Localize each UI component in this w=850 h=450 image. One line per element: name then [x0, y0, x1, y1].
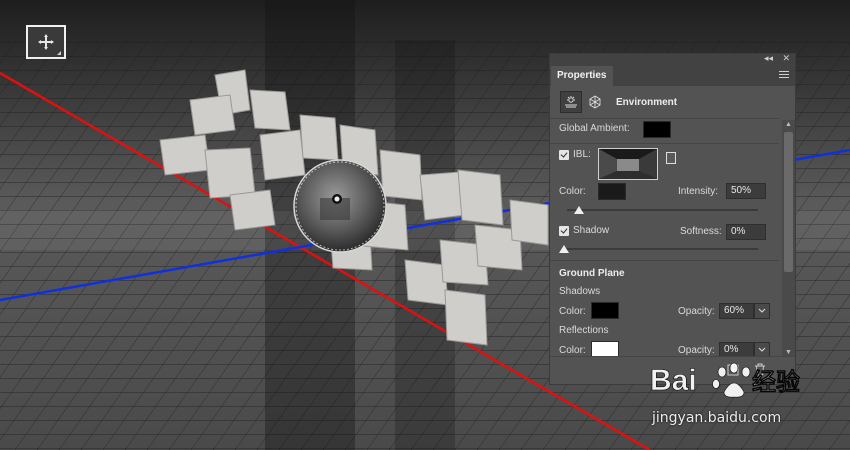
ibl-color-swatch[interactable] [598, 183, 626, 200]
scroll-up-icon[interactable]: ▲ [782, 120, 795, 130]
watermark-url: jingyan.baidu.com [652, 410, 782, 426]
properties-panel: ◂◂ ✕ Properties Environment Global Ambie… [549, 53, 796, 385]
intensity-label: Intensity: [678, 186, 719, 197]
softness-slider-thumb[interactable] [559, 245, 569, 253]
divider [550, 143, 779, 144]
softness-input[interactable]: 0% [726, 224, 766, 240]
corner-indicator [57, 51, 61, 55]
intensity-slider-thumb[interactable] [574, 206, 584, 214]
shadows-color-swatch[interactable] [591, 302, 619, 319]
panel-tabbar: Properties [550, 66, 795, 86]
shadows-color-label: Color: [559, 306, 586, 317]
global-ambient-swatch[interactable] [643, 121, 671, 138]
shadows-heading: Shadows [559, 286, 601, 297]
softness-label: Softness: [680, 226, 722, 237]
chevron-down-icon [758, 347, 766, 352]
file-icon[interactable] [666, 152, 676, 164]
intensity-slider-track[interactable] [567, 209, 758, 211]
panel-menu-icon[interactable] [779, 71, 789, 80]
shadow-label: Shadow [573, 225, 610, 236]
divider [550, 118, 779, 119]
global-ambient-label: Global Ambient: [559, 123, 630, 134]
watermark-brand-left: Bai [650, 364, 697, 397]
chevron-down-icon [758, 308, 766, 313]
properties-type-label: Environment [616, 96, 678, 108]
ibl-label: IBL: [573, 149, 591, 160]
reflections-heading: Reflections [559, 325, 609, 336]
collapse-icon[interactable]: ◂◂ [764, 53, 773, 64]
reflections-color-label: Color: [559, 345, 586, 356]
close-icon[interactable]: ✕ [782, 53, 790, 64]
tab-properties[interactable]: Properties [551, 66, 613, 86]
watermark-brand-right: 经验 [752, 368, 800, 396]
scroll-thumb[interactable] [784, 132, 793, 272]
baidu-paw-icon [712, 362, 751, 398]
divider [550, 260, 779, 261]
move-icon [38, 34, 54, 50]
3d-mesh-icon[interactable] [584, 91, 606, 113]
panel-scrollbar[interactable]: ▲ ▼ [782, 120, 795, 358]
shadow-checkbox[interactable] [559, 226, 569, 236]
shadows-opacity-input[interactable]: 60% [719, 303, 754, 319]
baidu-watermark: Bai 经验 [650, 362, 800, 398]
intensity-input[interactable]: 50% [726, 183, 766, 199]
ibl-sphere-widget [293, 159, 387, 253]
panel-titlebar: ◂◂ ✕ [550, 53, 795, 66]
move-tool-widget[interactable] [26, 25, 66, 59]
shadows-opacity-dropdown[interactable] [754, 303, 770, 319]
ibl-checkbox[interactable] [559, 150, 569, 160]
softness-slider-track[interactable] [564, 248, 758, 250]
ibl-thumbnail[interactable] [598, 148, 658, 180]
properties-type-row: Environment [560, 91, 677, 113]
shadows-opacity-label: Opacity: [678, 306, 715, 317]
ibl-color-label: Color: [559, 186, 586, 197]
ground-plane-heading: Ground Plane [559, 268, 625, 279]
environment-icon[interactable] [560, 91, 582, 113]
